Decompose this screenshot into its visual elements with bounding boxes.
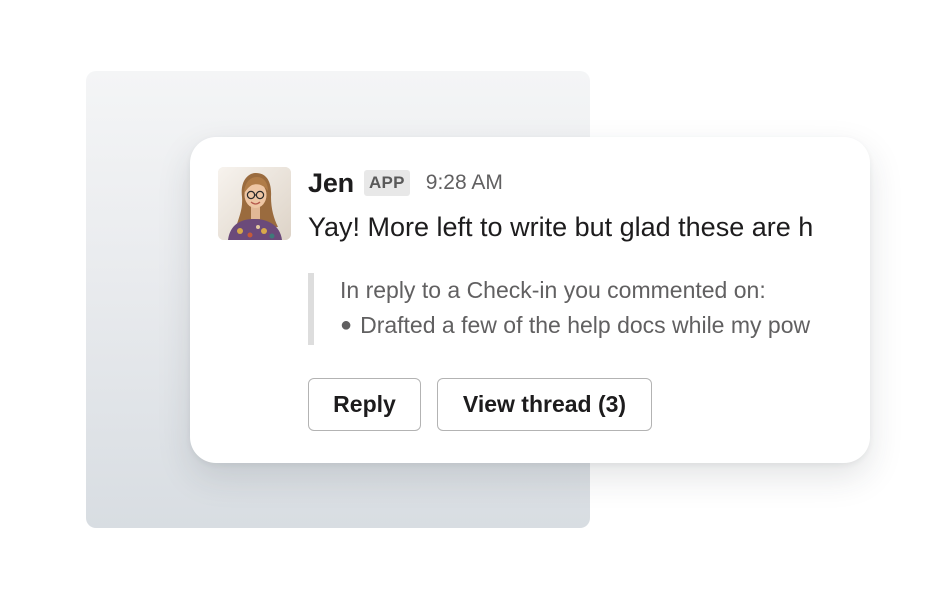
stage: Jen APP 9:28 AM Yay! More left to write … bbox=[0, 0, 950, 600]
sender-name[interactable]: Jen bbox=[308, 168, 354, 199]
message-header: Jen APP 9:28 AM bbox=[308, 163, 870, 203]
quoted-reply: In reply to a Check-in you commented on:… bbox=[308, 273, 810, 345]
avatar[interactable] bbox=[218, 167, 291, 240]
user-photo-icon bbox=[218, 167, 291, 240]
bullet-icon: ● bbox=[340, 314, 353, 336]
quote-bullet-text: Drafted a few of the help docs while my … bbox=[360, 312, 811, 338]
reply-button[interactable]: Reply bbox=[308, 378, 421, 431]
message-actions: Reply View thread (3) bbox=[308, 378, 652, 431]
quote-bullet-item: ● Drafted a few of the help docs while m… bbox=[340, 308, 810, 343]
quote-intro: In reply to a Check-in you commented on: bbox=[340, 277, 766, 303]
message-content: Jen APP 9:28 AM Yay! More left to write … bbox=[308, 163, 870, 431]
view-thread-button[interactable]: View thread (3) bbox=[437, 378, 652, 431]
message-text: Yay! More left to write but glad these a… bbox=[308, 212, 814, 242]
message-card: Jen APP 9:28 AM Yay! More left to write … bbox=[190, 137, 870, 463]
message-timestamp[interactable]: 9:28 AM bbox=[426, 171, 503, 195]
app-badge: APP bbox=[363, 170, 410, 196]
